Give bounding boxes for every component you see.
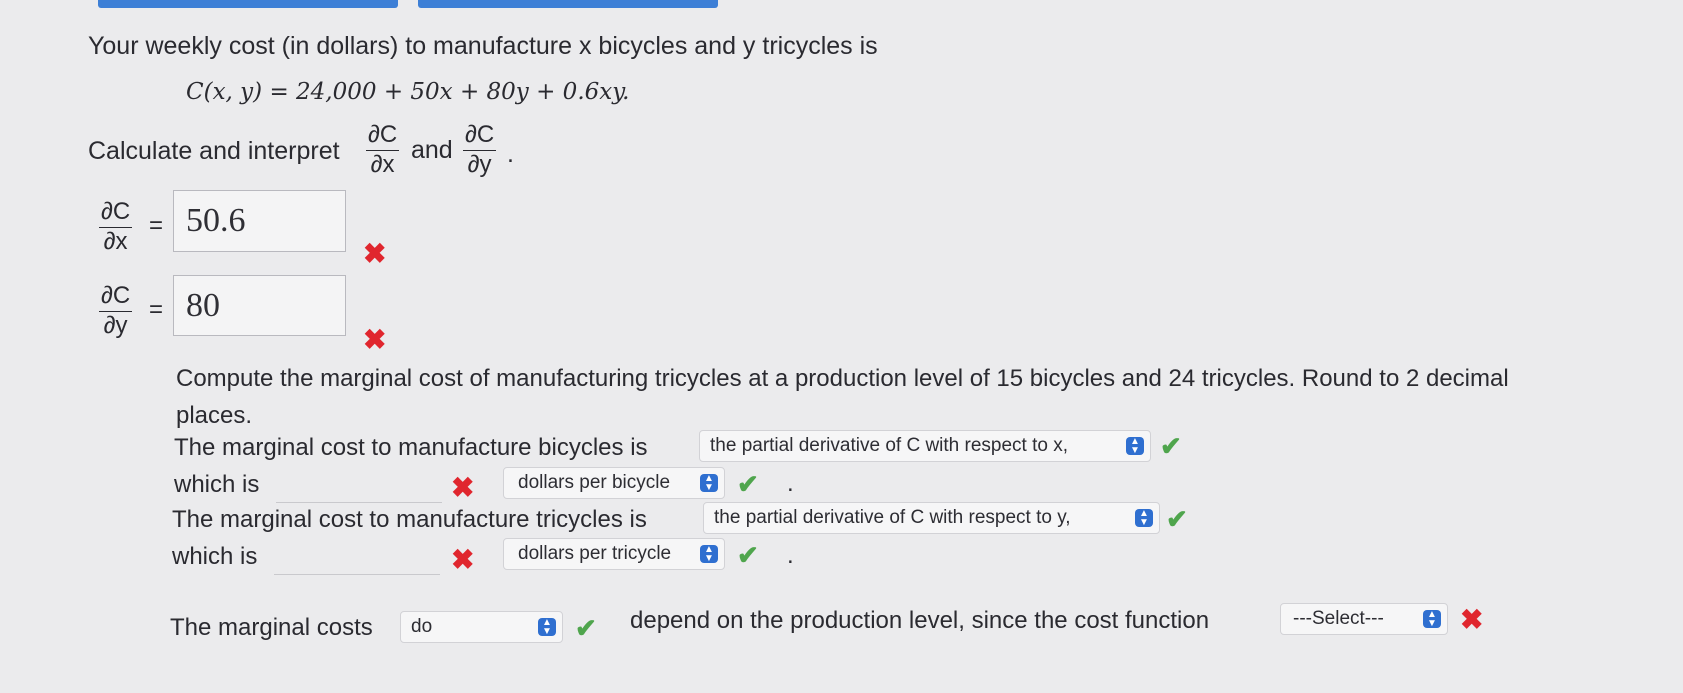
check-icon: ✔ xyxy=(575,613,597,643)
select-arrows-icon: ▲ ▼ xyxy=(1423,610,1441,629)
bicycles-label: The marginal cost to manufacture bicycle… xyxy=(174,434,648,461)
which-is-label: which is xyxy=(174,471,260,498)
instruction-and: and xyxy=(411,136,453,164)
dependence-prefix: The marginal costs xyxy=(170,614,373,641)
sentence-period: . xyxy=(787,470,794,497)
check-icon: ✔ xyxy=(1160,431,1182,461)
fraction-denominator: ∂y xyxy=(103,312,128,339)
which-is-label: which is xyxy=(172,543,258,570)
fraction-numerator: ∂C xyxy=(101,198,131,225)
bicycle-units-select[interactable]: dollars per bicycle ▲ ▼ xyxy=(503,467,725,499)
dependence-mid: depend on the production level, since th… xyxy=(630,607,1210,634)
dc-dx-answer-input[interactable]: 50.6 xyxy=(173,190,346,252)
partial-c-x-instruction: ∂C ∂x xyxy=(366,121,400,178)
bicycles-derivative-select[interactable]: the partial derivative of C with respect… xyxy=(699,430,1151,462)
select-arrows-icon: ▲ ▼ xyxy=(1135,509,1153,528)
top-tab-right[interactable] xyxy=(418,0,718,8)
instruction-period: . xyxy=(507,140,514,168)
partial-c-x-label: ∂C ∂x xyxy=(99,198,133,255)
x-icon: ✖ xyxy=(1460,604,1484,635)
select-value: the partial derivative of C with respect… xyxy=(710,435,1068,456)
select-arrows-icon: ▲ ▼ xyxy=(700,474,718,493)
select-value: the partial derivative of C with respect… xyxy=(714,507,1071,528)
x-icon: ✖ xyxy=(363,324,387,355)
dc-dy-answer-input[interactable]: 80 xyxy=(173,275,346,336)
equals-sign: = xyxy=(149,296,164,323)
cost-function-select[interactable]: ---Select--- ▲ ▼ xyxy=(1280,603,1448,635)
select-arrows-icon: ▲ ▼ xyxy=(700,545,718,564)
cost-function: C(x, y) = 24,000 + 50x + 80y + 0.6xy. xyxy=(186,79,630,105)
equals-sign: = xyxy=(149,212,164,239)
select-value: do xyxy=(411,616,433,637)
select-arrows-icon: ▲ ▼ xyxy=(538,618,556,637)
fraction-numerator: ∂C xyxy=(368,121,398,148)
select-value: dollars per tricycle xyxy=(518,543,672,564)
select-arrows-icon: ▲ ▼ xyxy=(1126,437,1144,456)
fraction-denominator: ∂y xyxy=(467,151,492,178)
fraction-denominator: ∂x xyxy=(103,228,128,255)
fraction-denominator: ∂x xyxy=(370,151,395,178)
check-icon: ✔ xyxy=(1166,504,1188,534)
partial-c-y-instruction: ∂C ∂y xyxy=(463,121,497,178)
fraction-numerator: ∂C xyxy=(465,121,495,148)
sentence-period: . xyxy=(787,542,794,569)
problem-intro: Your weekly cost (in dollars) to manufac… xyxy=(88,32,878,60)
bicycle-marginal-input[interactable] xyxy=(276,470,442,503)
check-icon: ✔ xyxy=(737,469,759,499)
marginal-prompt-line1: Compute the marginal cost of manufacturi… xyxy=(176,365,1509,392)
x-icon: ✖ xyxy=(451,472,475,503)
do-select[interactable]: do ▲ ▼ xyxy=(400,611,563,643)
tricycles-derivative-select[interactable]: the partial derivative of C with respect… xyxy=(703,502,1160,534)
top-tab-left[interactable] xyxy=(98,0,398,8)
select-value: ---Select--- xyxy=(1293,608,1384,629)
tricycle-marginal-input[interactable] xyxy=(274,542,440,575)
tricycle-units-select[interactable]: dollars per tricycle ▲ ▼ xyxy=(503,538,725,570)
partial-c-y-label: ∂C ∂y xyxy=(99,282,133,339)
check-icon: ✔ xyxy=(737,540,759,570)
select-value: dollars per bicycle xyxy=(518,472,671,493)
fraction-numerator: ∂C xyxy=(101,282,131,309)
tricycles-label: The marginal cost to manufacture tricycl… xyxy=(172,506,647,533)
x-icon: ✖ xyxy=(451,544,475,575)
marginal-prompt-line2: places. xyxy=(176,402,253,429)
x-icon: ✖ xyxy=(363,238,387,269)
instruction-prefix: Calculate and interpret xyxy=(88,137,340,165)
